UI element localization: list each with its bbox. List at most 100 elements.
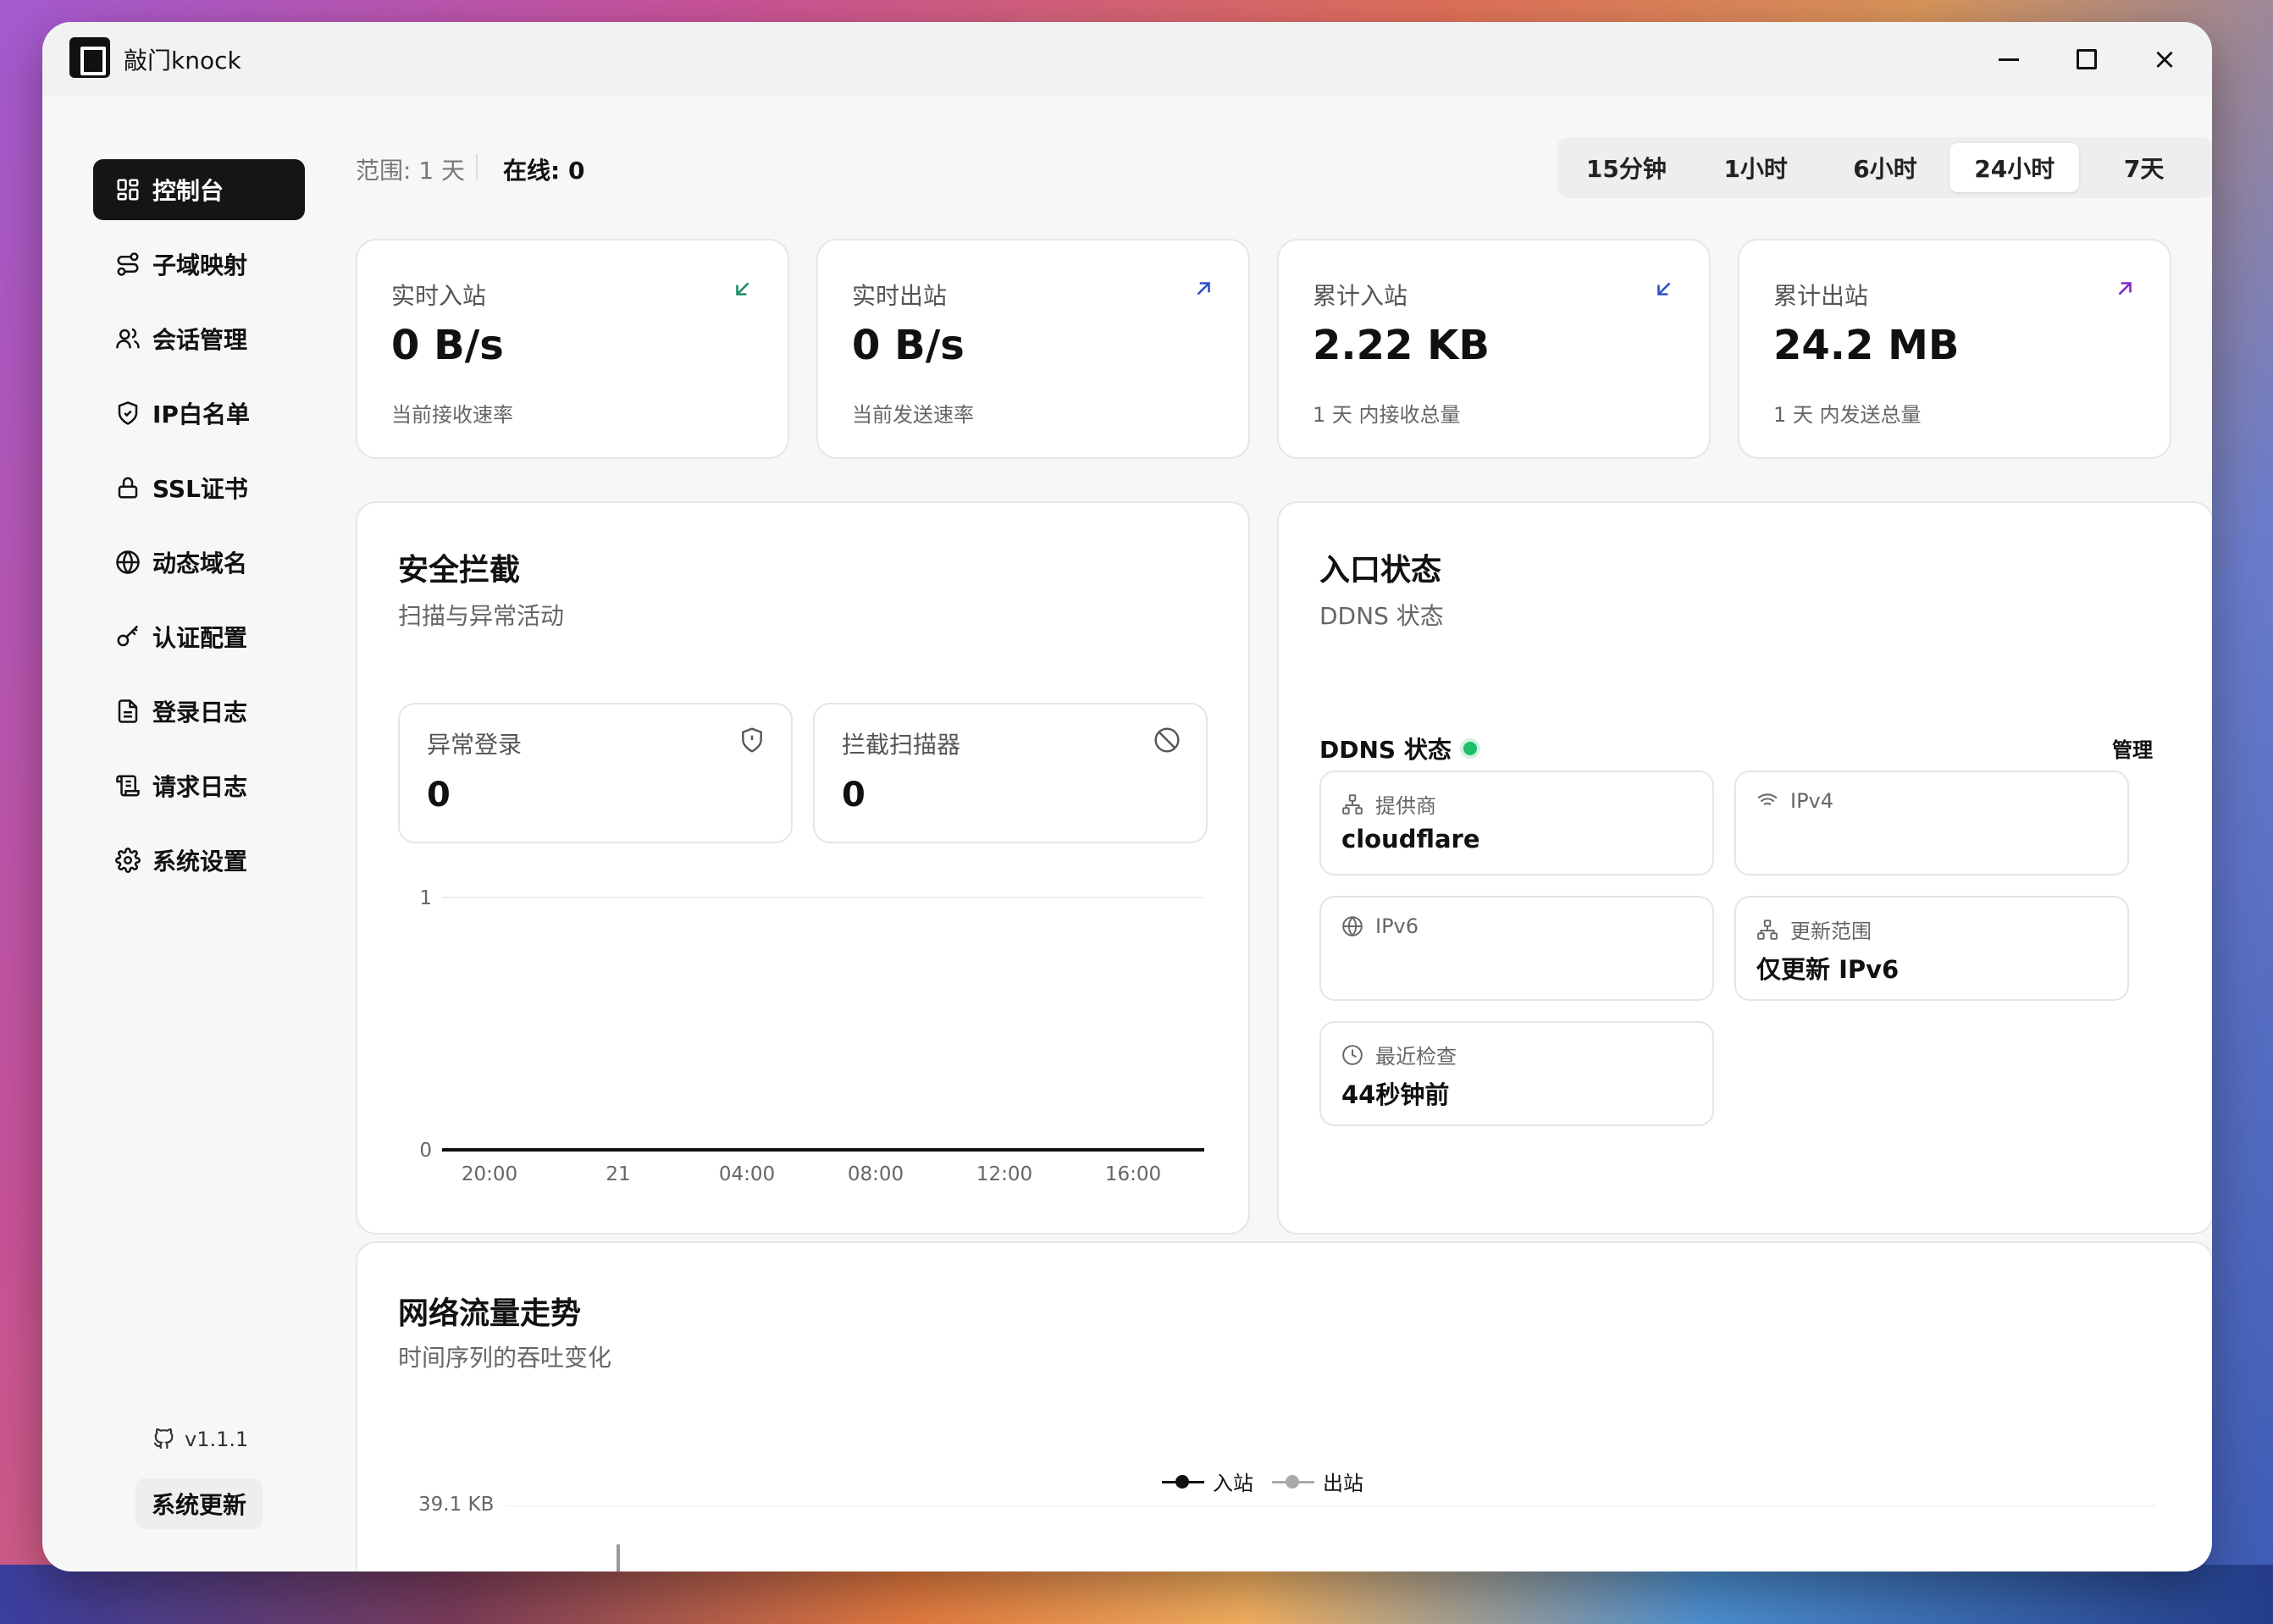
sidebar-item-settings[interactable]: 系统设置	[93, 830, 305, 891]
ban-icon	[1154, 727, 1180, 753]
sidebar-item-sessions[interactable]: 会话管理	[93, 308, 305, 369]
shield-check-icon	[115, 400, 141, 426]
tab-6hour[interactable]: 6小时	[1821, 143, 1950, 192]
card-label: 提供商	[1375, 794, 1436, 818]
ipv6-card: IPv6	[1319, 896, 1714, 1001]
network-traffic-panel: 网络流量走势 时间序列的吞吐变化 入站 出站 39.1 KB	[356, 1241, 2212, 1572]
ddns-status-row: DDNS 状态	[1319, 732, 1477, 765]
close-button[interactable]: ×	[2146, 41, 2183, 78]
arrow-up-right-icon	[2118, 282, 2132, 296]
tab-7day[interactable]: 7天	[2079, 143, 2209, 192]
panel-title: 入口状态	[1319, 553, 1442, 588]
stat-card-realtime-outbound: 实时出站 0 B/s 当前发送速率	[816, 239, 1250, 459]
x-tick-label: 04:00	[719, 1163, 775, 1185]
x-tick-label: 20:00	[462, 1163, 517, 1185]
wifi-icon	[1757, 793, 1778, 809]
entry-status-panel: 入口状态 DDNS 状态 DDNS 状态 管理 提供商 cloudflare I…	[1277, 501, 2212, 1235]
minimize-button[interactable]	[1990, 41, 2027, 78]
status-dot-icon	[1463, 742, 1477, 755]
ipv4-card: IPv4	[1734, 771, 2129, 876]
stat-label: 累计出站	[1773, 282, 1869, 310]
app-logo-icon	[69, 37, 110, 78]
stat-label: 实时入站	[391, 282, 487, 310]
system-update-button[interactable]: 系统更新	[135, 1478, 263, 1529]
online-count: 在线: 0	[503, 157, 585, 185]
panel-title: 安全拦截	[398, 553, 521, 588]
sidebar-item-ddns[interactable]: 动态域名	[93, 532, 305, 593]
x-tick-label: 21	[606, 1163, 630, 1185]
maximize-button[interactable]	[2068, 41, 2105, 78]
gridline	[505, 1505, 2156, 1506]
users-icon	[115, 326, 141, 351]
network-icon	[1342, 793, 1363, 815]
card-value: 44秒钟前	[1341, 1080, 1450, 1109]
sidebar-item-request-log[interactable]: 请求日志	[93, 755, 305, 816]
dashboard-icon	[115, 177, 141, 202]
gear-icon	[115, 848, 141, 873]
app-window: 敲门knock × 控制台 子域映射 会话管理 IP白名单 SSL证书 动态域名…	[42, 22, 2212, 1572]
version-label: v1.1.1	[185, 1428, 249, 1451]
legend-inbound-marker	[1162, 1473, 1204, 1490]
sidebar-item-label: SSL证书	[152, 475, 248, 503]
stat-value: 0 B/s	[852, 322, 965, 369]
sidebar-item-subdomain[interactable]: 子域映射	[93, 234, 305, 295]
security-panel: 安全拦截 扫描与异常活动 异常登录 0 拦截扫描器 0 0 1 20:00 21 04:…	[356, 501, 1250, 1235]
card-label: 异常登录	[427, 731, 523, 759]
sidebar-item-ssl[interactable]: SSL证书	[93, 457, 305, 518]
stat-value: 2.22 KB	[1313, 322, 1490, 369]
network-icon	[1757, 919, 1778, 940]
legend-inbound-label: 入站	[1213, 1472, 1253, 1495]
x-tick-label: 12:00	[976, 1163, 1032, 1185]
globe-icon	[1342, 916, 1363, 936]
lock-icon	[115, 475, 141, 500]
card-value: cloudflare	[1341, 825, 1480, 853]
tab-15min[interactable]: 15分钟	[1562, 143, 1691, 192]
scroll-icon	[115, 773, 141, 798]
clock-icon	[1342, 1044, 1363, 1065]
tab-1hour[interactable]: 1小时	[1691, 143, 1821, 192]
sidebar-item-login-log[interactable]: 登录日志	[93, 681, 305, 742]
sidebar-item-label: 系统设置	[152, 848, 248, 876]
sidebar-item-label: 子域映射	[152, 251, 248, 279]
ddns-status-label: DDNS 状态	[1319, 736, 1452, 764]
x-tick-label: 16:00	[1105, 1163, 1161, 1185]
globe-icon	[115, 550, 141, 575]
y-tick-label: 1	[419, 887, 432, 909]
card-label: IPv4	[1790, 789, 1834, 813]
stat-value: 24.2 MB	[1773, 322, 1960, 369]
panel-title: 网络流量走势	[398, 1296, 582, 1331]
sidebar: 控制台 子域映射 会话管理 IP白名单 SSL证书 动态域名 认证配置 登录日志…	[42, 97, 356, 1572]
stat-desc: 1 天 内接收总量	[1313, 403, 1461, 427]
route-icon	[115, 251, 141, 277]
sidebar-item-ip-whitelist[interactable]: IP白名单	[93, 383, 305, 444]
card-value: 0	[842, 776, 866, 815]
panel-subtitle: DDNS 状态	[1319, 602, 1444, 630]
tab-24hour[interactable]: 24小时	[1949, 143, 2080, 192]
sidebar-item-label: 动态域名	[152, 550, 248, 577]
sidebar-item-label: 请求日志	[152, 773, 248, 801]
card-label: 最近检查	[1375, 1045, 1457, 1069]
stat-value: 0 B/s	[391, 322, 504, 369]
card-label: 更新范围	[1790, 920, 1872, 943]
sidebar-item-auth[interactable]: 认证配置	[93, 606, 305, 667]
stat-desc: 1 天 内发送总量	[1773, 403, 1922, 427]
title-bar: 敲门knock ×	[42, 22, 2212, 97]
panel-subtitle: 时间序列的吞吐变化	[398, 1344, 612, 1372]
stat-card-total-inbound: 累计入站 2.22 KB 1 天 内接收总量	[1277, 239, 1711, 459]
x-tick-label: 08:00	[848, 1163, 904, 1185]
version-link[interactable]: v1.1.1	[152, 1428, 248, 1451]
blocked-scanner-card: 拦截扫描器 0	[813, 703, 1208, 843]
traffic-spike	[617, 1544, 620, 1572]
sidebar-item-dashboard[interactable]: 控制台	[93, 159, 305, 220]
arrow-up-right-icon	[1197, 282, 1210, 296]
card-value: 仅更新 IPv6	[1756, 955, 1900, 984]
manage-button[interactable]: 管理	[2112, 733, 2153, 763]
card-label: IPv6	[1375, 914, 1419, 938]
chart-legend: 入站 出站	[1162, 1467, 1363, 1496]
legend-outbound-label: 出站	[1323, 1472, 1363, 1495]
abnormal-login-card: 异常登录 0	[398, 703, 793, 843]
legend-outbound-marker	[1272, 1473, 1314, 1490]
sidebar-item-label: 会话管理	[152, 326, 248, 354]
app-title: 敲门knock	[124, 47, 241, 75]
stat-card-realtime-inbound: 实时入站 0 B/s 当前接收速率	[356, 239, 789, 459]
